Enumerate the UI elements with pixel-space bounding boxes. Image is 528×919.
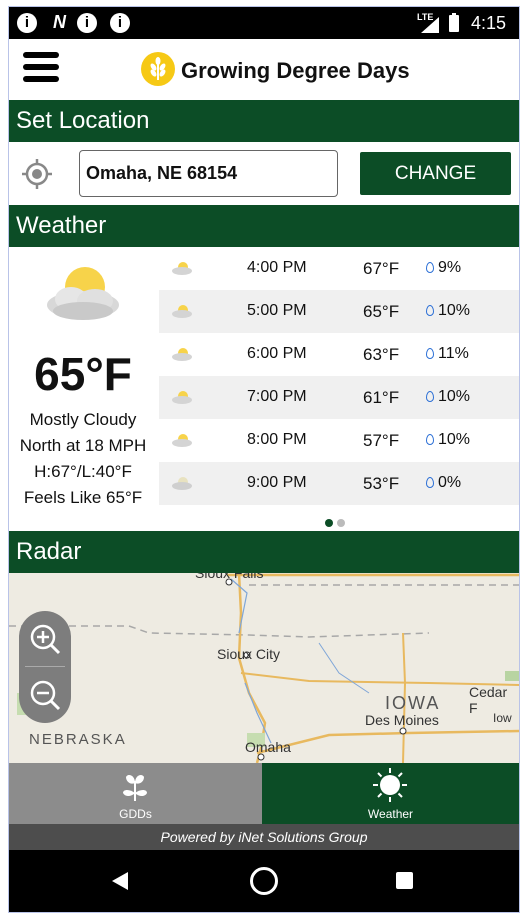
back-icon[interactable] — [112, 872, 128, 890]
gps-target-icon[interactable] — [21, 158, 53, 190]
current-feels-like: Feels Like 65°F — [23, 488, 143, 507]
hourly-time: 5:00 PM — [247, 302, 307, 319]
partly-cloudy-icon — [43, 261, 123, 329]
hourly-temp: 63°F — [363, 345, 400, 364]
zoom-out-icon — [30, 680, 61, 711]
hourly-time: 4:00 PM — [247, 259, 307, 276]
nav-tab-weather[interactable]: Weather — [262, 763, 519, 824]
partly-cloudy-icon — [172, 348, 192, 361]
page-dot-active[interactable] — [325, 519, 333, 527]
app-title: Growing Degree Days — [181, 58, 410, 83]
hourly-precip: 10% — [438, 388, 471, 405]
location-row: CHANGE — [9, 144, 519, 205]
map-label-des-moines: Des Moines — [365, 712, 439, 728]
page-indicator — [325, 514, 349, 532]
sprout-icon — [123, 775, 147, 801]
current-conditions: 65°F Mostly Cloudy North at 18 MPH H:67°… — [9, 247, 157, 529]
current-wind: North at 18 MPH — [19, 436, 147, 455]
hourly-row: 8:00 PM 57°F 10% — [159, 419, 519, 462]
clock: 4:15 — [471, 13, 507, 33]
zoom-out-button[interactable] — [19, 667, 71, 723]
hourly-precip: 0% — [438, 474, 462, 491]
hourly-row: 4:00 PM 67°F 9% — [159, 247, 519, 290]
nav-label-gdds: GDDs — [119, 807, 152, 821]
raindrop-icon — [426, 434, 434, 445]
info-icon: i — [77, 13, 97, 33]
nav-label-weather: Weather — [367, 807, 414, 821]
hourly-time: 8:00 PM — [247, 431, 307, 448]
radar-header: Radar — [9, 531, 519, 573]
map-label-iowa: IOWA — [385, 693, 441, 713]
hourly-precip: 9% — [438, 259, 462, 276]
hourly-precip: 11% — [438, 345, 469, 362]
raindrop-icon — [426, 348, 434, 359]
app-bar: Growing Degree Days — [9, 39, 519, 100]
status-bar: i N i i LTE 4:15 — [9, 7, 519, 39]
change-location-button[interactable]: CHANGE — [360, 152, 511, 195]
set-location-header: Set Location — [9, 100, 519, 142]
cloudy-night-icon — [172, 477, 192, 490]
weather-header: Weather — [9, 205, 519, 247]
sun-icon — [373, 768, 407, 802]
partly-cloudy-icon — [172, 391, 192, 404]
raindrop-icon — [426, 477, 434, 488]
current-high-low: H:67°/L:40°F — [34, 462, 132, 481]
zoom-in-button[interactable] — [19, 611, 71, 667]
home-icon[interactable] — [250, 867, 278, 895]
hourly-row: 9:00 PM 53°F 0% — [159, 462, 519, 505]
hourly-precip: 10% — [438, 302, 471, 319]
wheat-logo-icon — [141, 52, 175, 86]
info-icon: i — [110, 13, 130, 33]
info-icon: i — [17, 13, 37, 33]
hourly-row: 5:00 PM 65°F 10% — [159, 290, 519, 333]
zoom-controls — [19, 611, 71, 723]
map-label-sioux-falls: Sioux Falls — [195, 573, 264, 581]
page-dot[interactable] — [337, 519, 345, 527]
hourly-temp: 57°F — [363, 431, 400, 450]
radar-map[interactable]: Sioux Falls Sioux City IOWA Des Moines C… — [9, 573, 519, 763]
location-input[interactable] — [79, 150, 338, 197]
partly-cloudy-icon — [172, 262, 192, 275]
powered-by-footer: Powered by iNet Solutions Group — [9, 824, 519, 850]
hourly-precip: 10% — [438, 431, 471, 448]
current-temperature: 65°F — [34, 348, 132, 400]
hourly-temp: 65°F — [363, 302, 400, 321]
map-label-omaha: Omaha — [245, 739, 291, 755]
recent-apps-icon[interactable] — [396, 872, 413, 889]
hourly-row: 7:00 PM 61°F 10% — [159, 376, 519, 419]
partly-cloudy-icon — [172, 305, 192, 318]
nfc-icon: N — [53, 12, 66, 32]
zoom-in-icon — [30, 624, 61, 655]
nav-tab-gdds[interactable]: GDDs — [9, 763, 262, 824]
map-label-sioux-city: Sioux City — [217, 646, 281, 662]
hourly-time: 9:00 PM — [247, 474, 307, 491]
weather-panel: 65°F Mostly Cloudy North at 18 MPH H:67°… — [9, 247, 519, 529]
raindrop-icon — [426, 391, 434, 402]
system-navigation-bar — [9, 850, 519, 912]
current-condition: Mostly Cloudy — [29, 410, 137, 429]
battery-icon — [449, 13, 459, 32]
map-label-nebraska: NEBRASKA — [29, 731, 127, 748]
partly-cloudy-icon — [172, 434, 192, 447]
hourly-time: 7:00 PM — [247, 388, 307, 405]
phone-screen: i N i i LTE 4:15 Growing Degree Days Set… — [8, 6, 520, 913]
raindrop-icon — [426, 262, 434, 273]
menu-icon[interactable] — [23, 52, 59, 88]
hourly-temp: 53°F — [363, 474, 400, 493]
hourly-row: 6:00 PM 63°F 11% — [159, 333, 519, 376]
hourly-temp: 67°F — [363, 259, 400, 278]
map-label-iowa-city: Iow — [493, 711, 512, 725]
bottom-navigation: GDDs Weather — [9, 763, 519, 824]
hourly-forecast[interactable]: 4:00 PM 67°F 9% 5:00 PM 65°F 10% 6:00 PM… — [159, 247, 519, 505]
hourly-temp: 61°F — [363, 388, 400, 407]
hourly-time: 6:00 PM — [247, 345, 307, 362]
signal-icon — [421, 17, 439, 33]
raindrop-icon — [426, 305, 434, 316]
